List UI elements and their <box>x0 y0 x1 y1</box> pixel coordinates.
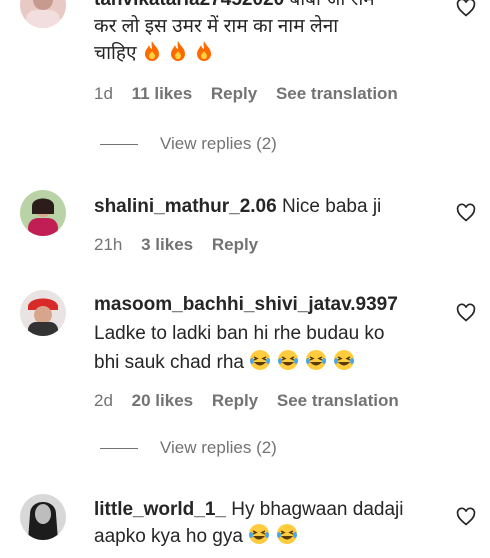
comment-text: tanvikataria27452020 बाबा जी राम <box>94 0 438 13</box>
like-heart-icon[interactable] <box>456 0 476 18</box>
laughing-tears-emoji-icon <box>333 349 355 371</box>
comment-text-line1: Hy bhagwaan dadaji <box>231 499 404 520</box>
fire-emoji-icon <box>142 40 162 62</box>
avatar[interactable] <box>20 494 66 540</box>
comment-text-line1: Ladke to ladki ban hi rhe budau ko <box>94 323 385 344</box>
view-replies-label: View replies (2) <box>160 438 277 457</box>
comment-text: little_world_1_ Hy bhagwaan dadaji <box>94 496 438 523</box>
view-replies-button[interactable]: View replies (2) <box>100 134 277 154</box>
laughing-tears-emoji-icon <box>277 349 299 371</box>
avatar[interactable] <box>20 0 66 28</box>
see-translation-button[interactable]: See translation <box>276 84 398 103</box>
comment-text-line3: चाहिए <box>94 40 438 67</box>
laughing-tears-emoji-icon <box>305 349 327 371</box>
avatar[interactable] <box>20 290 66 336</box>
comment-text-line2: कर लो इस उमर में राम का नाम लेना <box>94 16 339 37</box>
comment-username[interactable]: shalini_mathur_2.06 <box>94 196 277 217</box>
comment-time: 2d <box>94 391 113 410</box>
comment-time: 21h <box>94 235 123 254</box>
laughing-tears-emoji-icon <box>276 523 298 545</box>
comment-username[interactable]: tanvikataria27452020 <box>94 0 284 10</box>
avatar[interactable] <box>20 190 66 236</box>
comment-text-word: चाहिए <box>94 43 137 64</box>
like-heart-icon[interactable] <box>456 203 476 223</box>
comment-username-line: masoom_bachhi_shivi_jatav.9397 <box>94 291 438 318</box>
comment-meta: 21h 3 likes Reply <box>94 234 438 256</box>
reply-button[interactable]: Reply <box>212 391 258 410</box>
fire-emoji-icon <box>194 40 214 62</box>
divider <box>100 448 138 450</box>
comment-meta: 1d 11 likes Reply See translation <box>94 83 438 105</box>
comment-username[interactable]: masoom_bachhi_shivi_jatav.9397 <box>94 294 398 315</box>
comment-meta: 2d 20 likes Reply See translation <box>94 390 438 412</box>
comment-body: Nice baba ji <box>281 196 382 217</box>
laughing-tears-emoji-icon <box>249 349 271 371</box>
comment-text-line2: aapko kya ho gya <box>94 523 438 550</box>
fire-emoji-icon <box>168 40 188 62</box>
like-heart-icon[interactable] <box>456 303 476 323</box>
laughing-tears-emoji-icon <box>248 523 270 545</box>
comment-likes[interactable]: 3 likes <box>141 235 193 254</box>
comment-time: 1d <box>94 84 113 103</box>
divider <box>100 144 138 146</box>
view-replies-button[interactable]: View replies (2) <box>100 438 277 458</box>
comment-likes[interactable]: 20 likes <box>132 391 193 410</box>
see-translation-button[interactable]: See translation <box>277 391 399 410</box>
comment-text-line1: बाबा जी राम <box>289 0 374 10</box>
comment-likes[interactable]: 11 likes <box>132 84 193 103</box>
comment-text-line2: bhi sauk chad rha <box>94 349 438 376</box>
reply-button[interactable]: Reply <box>211 84 257 103</box>
like-heart-icon[interactable] <box>456 507 476 527</box>
view-replies-label: View replies (2) <box>160 134 277 153</box>
reply-button[interactable]: Reply <box>212 235 258 254</box>
comment-text: shalini_mathur_2.06 Nice baba ji <box>94 193 438 220</box>
comment-username[interactable]: little_world_1_ <box>94 499 226 520</box>
comment-text-words: bhi sauk chad rha <box>94 352 244 373</box>
comment-text-words: aapko kya ho gya <box>94 526 243 547</box>
